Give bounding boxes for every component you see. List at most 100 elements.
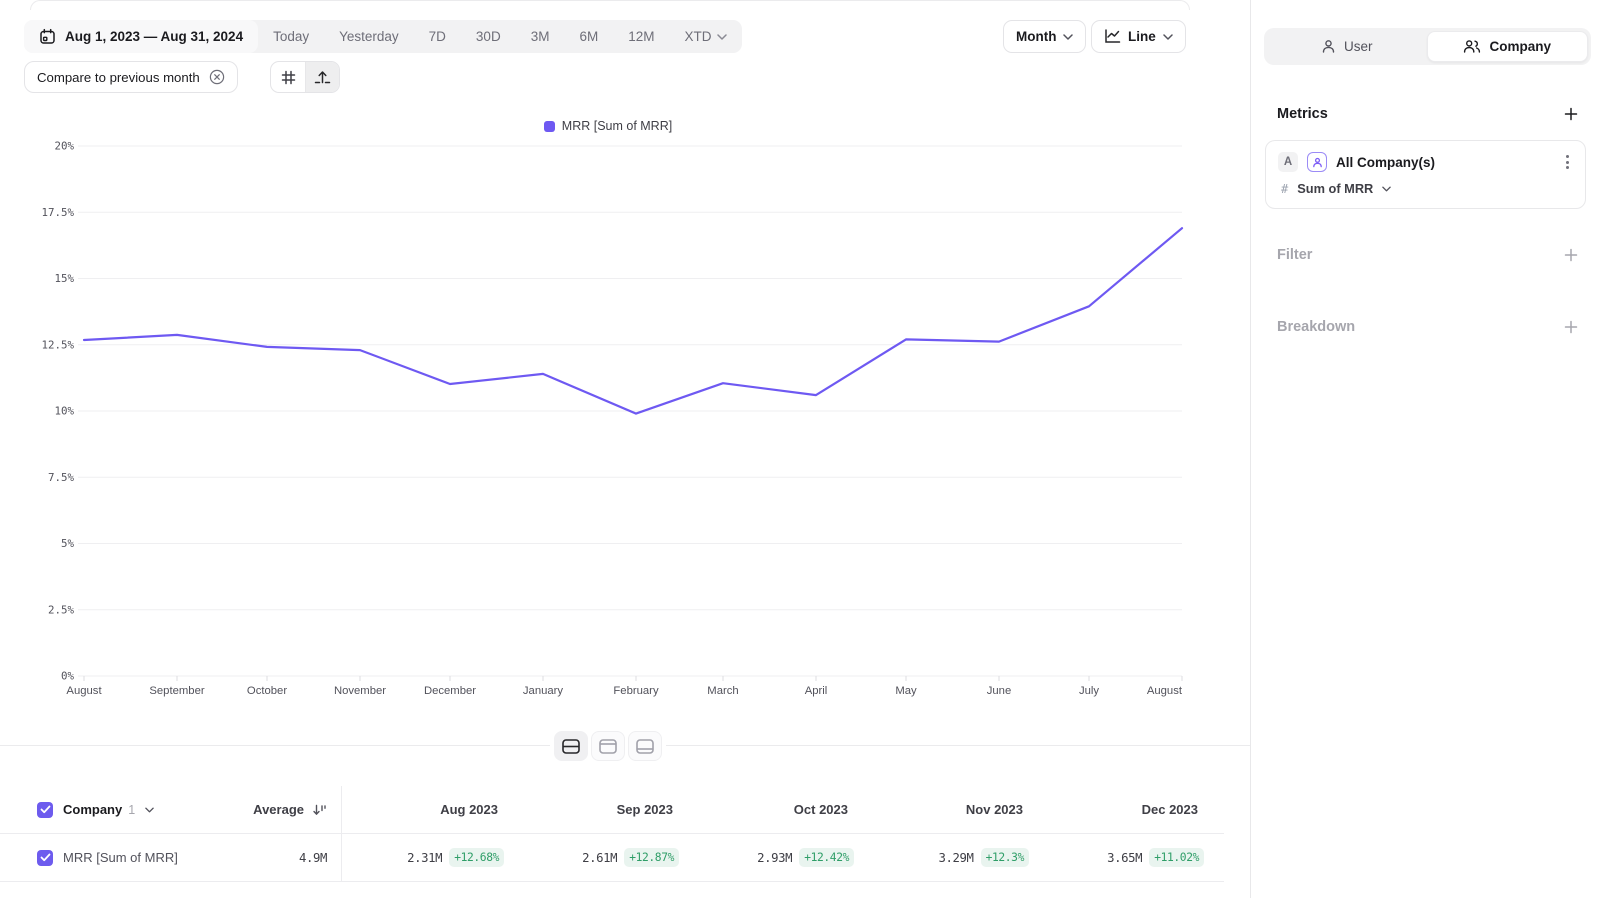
x-axis-tick-label: September	[149, 685, 204, 697]
legend-item[interactable]: MRR [Sum of MRR]	[544, 119, 672, 133]
cell-value: 2.93M	[757, 851, 792, 865]
breakdown-title: Breakdown	[1277, 319, 1355, 335]
granularity-dropdown[interactable]: Month	[1003, 20, 1086, 53]
compare-chip[interactable]: Compare to previous month	[24, 61, 238, 93]
column-header[interactable]: Sep 2023	[517, 802, 692, 817]
select-all-checkbox[interactable]	[37, 802, 53, 818]
table-body: MRR [Sum of MRR] 4.9M 2.31M+12.68% 2.61M +12…	[0, 834, 1224, 882]
value-cell: 3.65M+11.02%	[1042, 848, 1217, 867]
preset-12m-button[interactable]: 12M	[613, 20, 669, 53]
chevron-down-icon[interactable]	[145, 807, 154, 813]
y-axis-tick-label: 7.5%	[48, 471, 75, 484]
x-axis-tick-label: November	[334, 685, 386, 697]
breakdown-table: Company 1 Average Aug 2023Sep 202	[0, 786, 1224, 882]
value-cell: 2.31M+12.68%	[342, 848, 517, 867]
cell-value: 3.65M	[1107, 851, 1142, 865]
events-toggle-button[interactable]	[305, 62, 339, 92]
tab-user-label: User	[1344, 39, 1373, 54]
metric-card-header: A All Company(s)	[1278, 151, 1573, 173]
add-metric-button[interactable]	[1562, 105, 1580, 123]
x-axis-tick-label: July	[1079, 685, 1099, 697]
layout-chart-only-button[interactable]	[591, 731, 625, 761]
preset-xtd-label: XTD	[684, 29, 711, 44]
preset-3m-button[interactable]: 3M	[516, 20, 565, 53]
value-cell: 2.61M +12.87%	[517, 848, 692, 867]
column-header[interactable]: Aug 2023	[342, 802, 517, 817]
value-cell: 2.93M+12.42%	[692, 848, 867, 867]
add-breakdown-button[interactable]	[1562, 318, 1580, 336]
x-axis-tick-label: August	[66, 685, 102, 697]
y-axis-tick-label: 15%	[54, 272, 74, 285]
table-header-row: Company 1 Average Aug 2023Sep 202	[0, 786, 1224, 834]
layout-bottom-icon	[636, 739, 654, 754]
metric-series-badge: A	[1278, 152, 1298, 172]
x-axis-tick-label: June	[987, 685, 1012, 697]
y-axis-tick-label: 20%	[54, 140, 74, 153]
row-left-cell: MRR [Sum of MRR] 4.9M	[0, 834, 341, 881]
preset-7d-button[interactable]: 7D	[414, 20, 461, 53]
config-sidebar: User Company Metrics A	[1250, 0, 1600, 898]
legend-swatch	[544, 121, 555, 132]
entity-tabs: User Company	[1264, 28, 1591, 65]
chart-type-label: Line	[1128, 29, 1156, 44]
column-header[interactable]: Nov 2023	[867, 802, 1042, 817]
x-axis-tick-label: January	[523, 685, 564, 697]
chart-legend: MRR [Sum of MRR]	[0, 119, 1216, 133]
user-icon	[1321, 39, 1336, 54]
layout-top-icon	[599, 739, 617, 754]
remove-compare-icon[interactable]	[209, 69, 225, 85]
aggregation-label: Sum of MRR	[1297, 181, 1373, 196]
metric-menu-button[interactable]	[1562, 151, 1573, 173]
compare-chip-label: Compare to previous month	[37, 70, 200, 85]
preset-30d-button[interactable]: 30D	[461, 20, 516, 53]
grid-toggle-button[interactable]	[271, 62, 305, 92]
legend-label: MRR [Sum of MRR]	[562, 119, 672, 133]
delta-badge: +12.87%	[624, 848, 679, 867]
preset-yesterday-button[interactable]: Yesterday	[324, 20, 414, 53]
row-checkbox[interactable]	[37, 850, 53, 866]
tab-user[interactable]: User	[1267, 31, 1427, 62]
entity-column-label[interactable]: Company	[63, 802, 122, 817]
layout-table-only-button[interactable]	[628, 731, 662, 761]
metrics-header: Metrics	[1277, 104, 1580, 124]
row-name: MRR [Sum of MRR]	[63, 850, 178, 865]
calendar-icon	[39, 28, 56, 45]
grid-icon	[281, 70, 296, 85]
series-line	[84, 228, 1182, 413]
x-axis-tick-label: April	[805, 685, 828, 697]
y-axis-tick-label: 10%	[54, 405, 74, 418]
average-label: Average	[253, 802, 304, 817]
chart-type-dropdown[interactable]: Line	[1091, 20, 1186, 53]
value-cell: 3.29M+12.3%	[867, 848, 1042, 867]
metric-card[interactable]: A All Company(s) # Sum of MRR	[1265, 140, 1586, 209]
date-range-button[interactable]: Aug 1, 2023 — Aug 31, 2024	[24, 20, 258, 53]
metrics-title: Metrics	[1277, 106, 1328, 122]
preset-xtd-button[interactable]: XTD	[669, 20, 742, 53]
delta-badge: +12.3%	[981, 848, 1029, 867]
chart-option-toggles	[270, 61, 340, 93]
line-chart-icon	[1104, 29, 1121, 44]
preset-today-button[interactable]: Today	[258, 20, 324, 53]
column-header[interactable]: Dec 2023	[1042, 802, 1217, 817]
chevron-down-icon	[1163, 34, 1173, 40]
entity-count: 1	[128, 803, 135, 817]
layout-split-button[interactable]	[554, 731, 588, 761]
metric-aggregation-row[interactable]: # Sum of MRR	[1278, 181, 1573, 196]
line-chart[interactable]: 0%2.5%5%7.5%10%12.5%15%17.5%20%AugustSep…	[0, 0, 1250, 710]
add-filter-button[interactable]	[1562, 246, 1580, 264]
tab-company[interactable]: Company	[1427, 31, 1589, 62]
average-header[interactable]: Average	[253, 802, 327, 817]
column-header[interactable]: Oct 2023	[692, 802, 867, 817]
row-average: 4.9M	[299, 851, 327, 865]
preset-6m-button[interactable]: 6M	[564, 20, 613, 53]
delta-badge: +12.68%	[449, 848, 504, 867]
chevron-down-icon	[717, 34, 727, 40]
granularity-label: Month	[1016, 29, 1056, 44]
cell-value: 2.61M	[582, 851, 617, 865]
y-axis-tick-label: 12.5%	[41, 338, 74, 351]
hash-icon: #	[1281, 182, 1288, 196]
y-axis-tick-label: 17.5%	[41, 206, 74, 219]
y-axis-tick-label: 5%	[61, 537, 75, 550]
row-value-cells: 2.31M+12.68% 2.61M +12.87% 2.93M+12.42%3.29…	[341, 834, 1217, 881]
table-row[interactable]: MRR [Sum of MRR] 4.9M 2.31M+12.68% 2.61M +12…	[0, 834, 1224, 882]
